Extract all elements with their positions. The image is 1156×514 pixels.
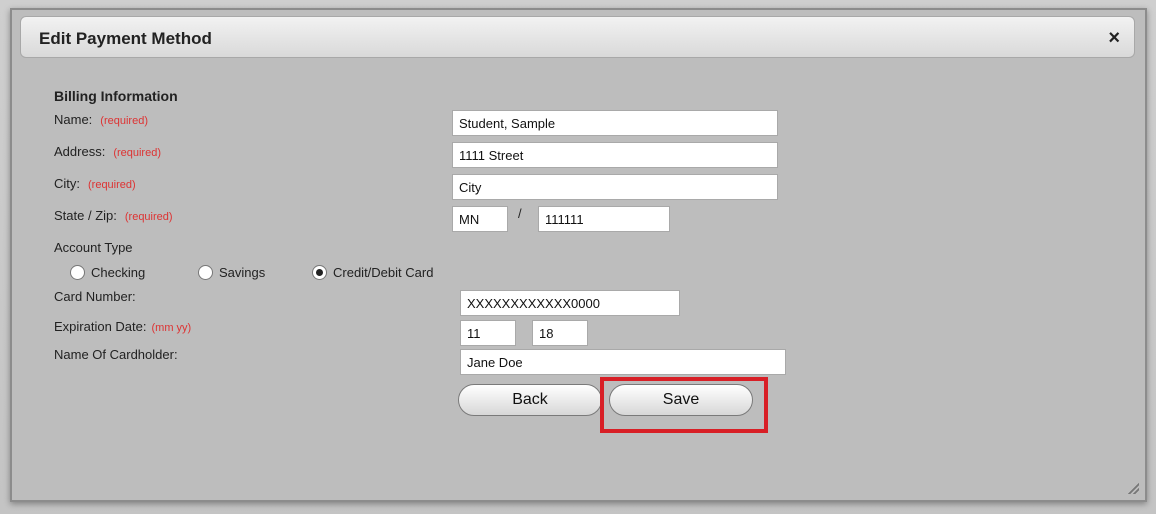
card-number-input[interactable] — [460, 290, 680, 316]
radio-savings-circle[interactable] — [198, 265, 213, 280]
statezip-required-hint: (required) — [124, 211, 173, 223]
radio-savings-label: Savings — [219, 265, 266, 280]
city-required-hint: (required) — [88, 179, 136, 191]
state-input[interactable] — [452, 206, 508, 232]
address-label: Address: (required) — [54, 144, 161, 159]
radio-credit-debit[interactable]: Credit/Debit Card — [312, 265, 433, 280]
expiration-hint: (mm yy) — [151, 322, 192, 334]
account-type-label: Account Type — [54, 240, 133, 255]
expiration-label: Expiration Date: (mm yy) — [54, 319, 192, 334]
save-highlight-box — [600, 377, 768, 433]
billing-heading: Billing Information — [54, 88, 178, 104]
address-input[interactable] — [452, 142, 778, 168]
city-input[interactable] — [452, 174, 778, 200]
radio-checking-label: Checking — [91, 265, 146, 280]
radio-checking[interactable]: Checking — [70, 265, 145, 280]
radio-savings[interactable]: Savings — [198, 265, 265, 280]
dialog-title: Edit Payment Method — [39, 29, 212, 48]
zip-input[interactable] — [538, 206, 670, 232]
name-input[interactable] — [452, 110, 778, 136]
cardholder-label: Name Of Cardholder: — [54, 347, 178, 362]
state-zip-separator: / — [518, 206, 522, 221]
state-zip-label: State / Zip: (required) — [54, 208, 173, 223]
cardholder-input[interactable] — [460, 349, 786, 375]
resize-grip-icon[interactable] — [1125, 480, 1139, 494]
radio-credit-debit-label: Credit/Debit Card — [333, 265, 434, 280]
radio-credit-debit-circle[interactable] — [312, 265, 327, 280]
back-button[interactable]: Back — [458, 384, 602, 416]
card-number-label: Card Number: — [54, 289, 136, 304]
exp-month-input[interactable] — [460, 320, 516, 346]
edit-payment-dialog: Edit Payment Method × Billing Informatio… — [10, 8, 1147, 502]
name-required-hint: (required) — [100, 115, 148, 127]
exp-year-input[interactable] — [532, 320, 588, 346]
dialog-titlebar: Edit Payment Method × — [20, 16, 1135, 58]
address-required-hint: (required) — [113, 147, 161, 159]
name-label: Name: (required) — [54, 112, 148, 127]
city-label: City: (required) — [54, 176, 136, 191]
close-icon[interactable]: × — [1108, 27, 1120, 50]
radio-checking-circle[interactable] — [70, 265, 85, 280]
